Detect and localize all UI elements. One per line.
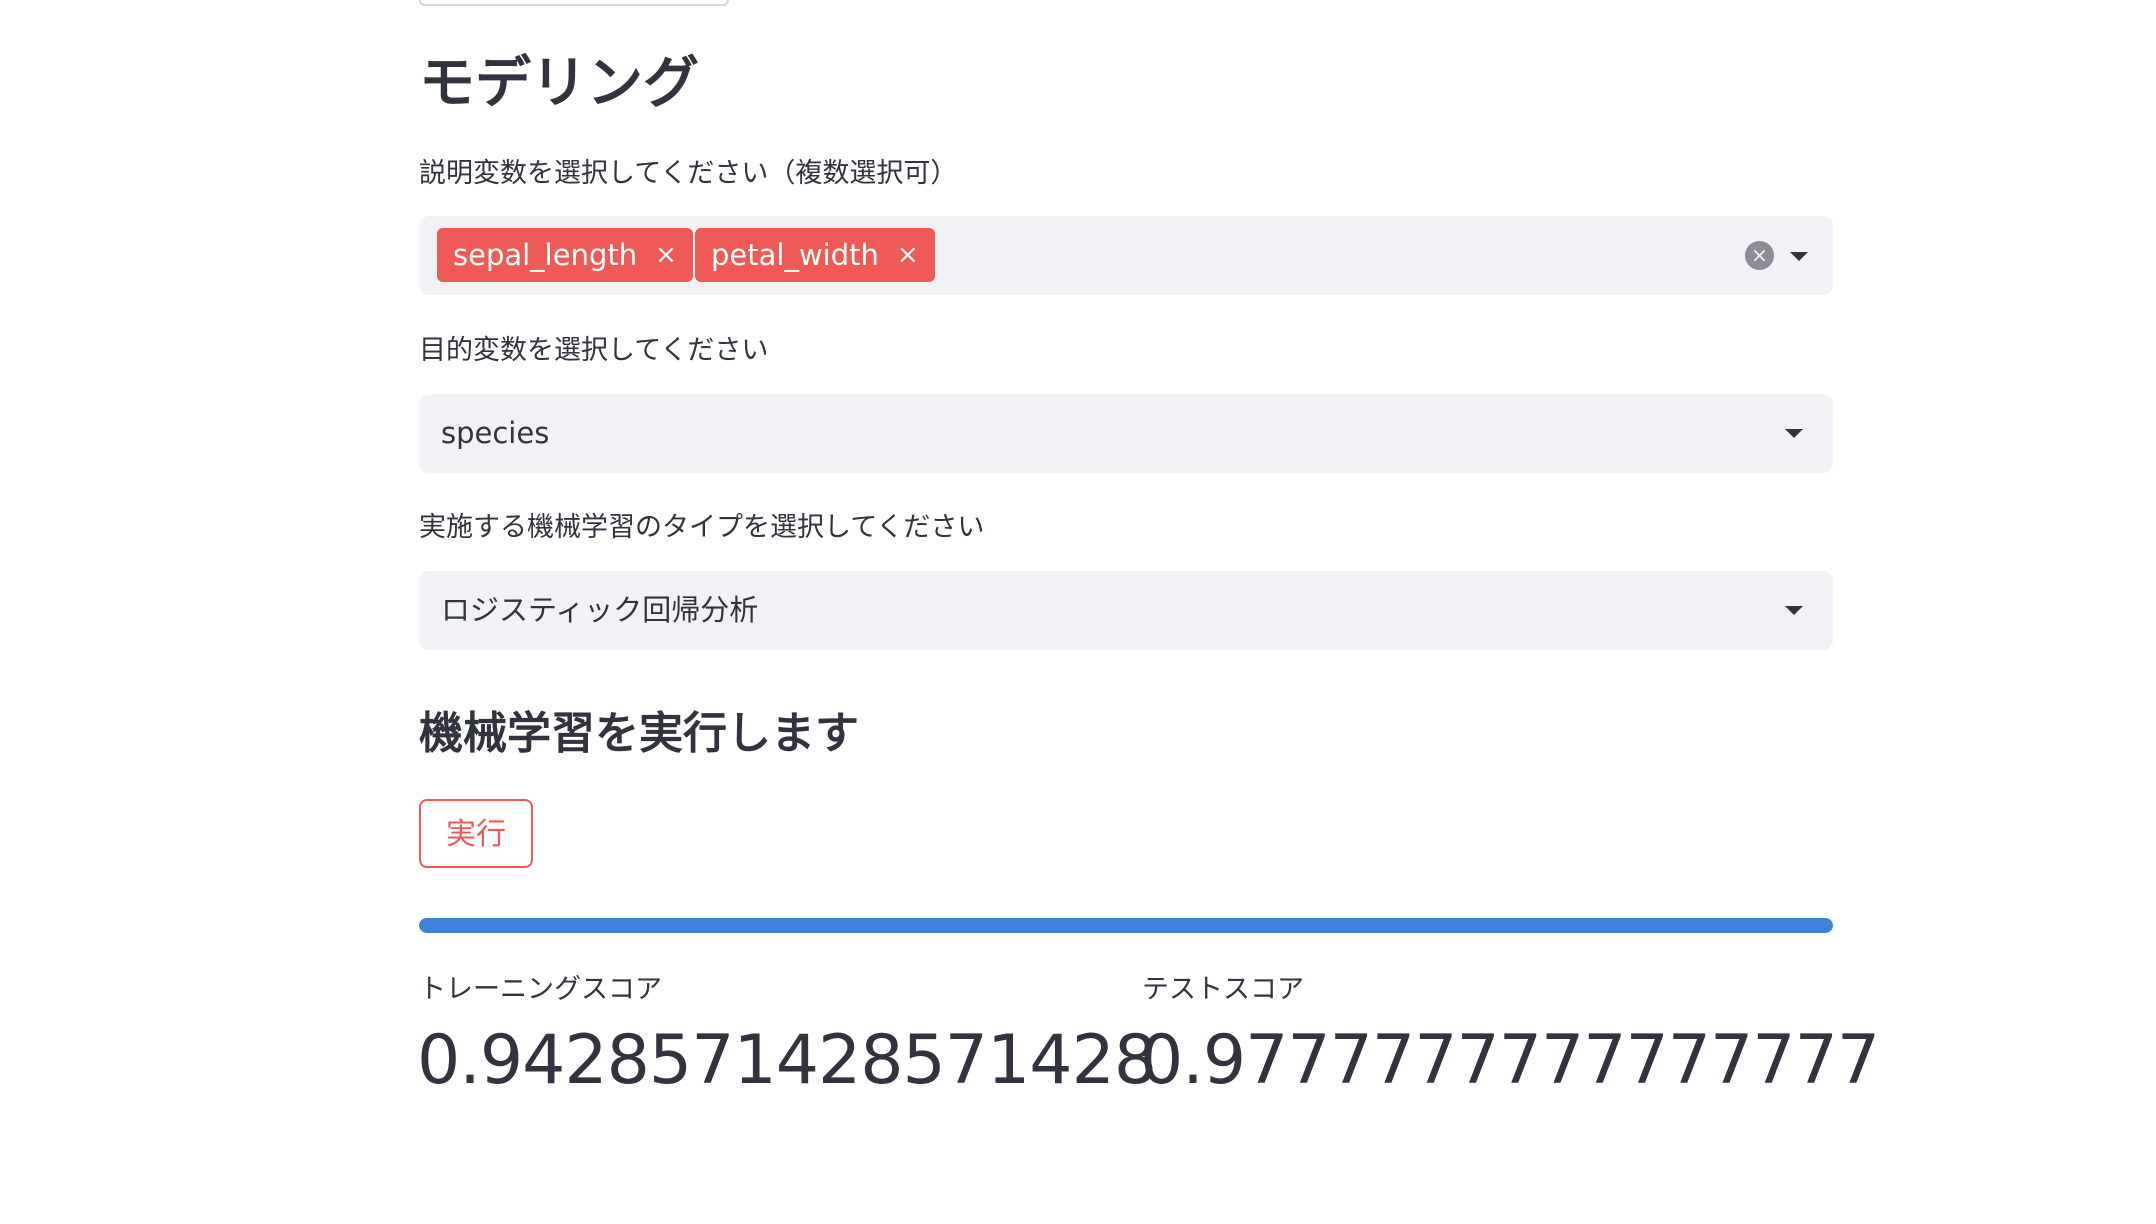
- chevron-down-icon[interactable]: [1785, 429, 1803, 438]
- previous-widget-edge: [419, 0, 729, 6]
- test-score-label: テストスコア: [1142, 974, 1304, 1005]
- target-select[interactable]: species: [419, 394, 1833, 473]
- ml-type-select-value: ロジスティック回帰分析: [441, 593, 759, 627]
- features-label: 説明変数を選択してください（複数選択可）: [419, 158, 958, 189]
- page-title: モデリング: [419, 51, 699, 116]
- tag-petal-width: petal_width ×: [695, 228, 935, 282]
- progress-fill: [419, 918, 1833, 933]
- ml-type-label: 実施する機械学習のタイプを選択してください: [419, 512, 985, 543]
- target-label: 目的変数を選択してください: [419, 335, 769, 366]
- clear-all-icon[interactable]: ×: [1745, 241, 1774, 270]
- target-select-value: species: [441, 416, 550, 450]
- run-heading: 機械学習を実行します: [419, 708, 859, 759]
- chevron-down-icon[interactable]: [1785, 606, 1803, 615]
- features-multiselect[interactable]: sepal_length × petal_width × ×: [419, 216, 1833, 295]
- test-score-value: 0.9777777777777777: [1140, 1021, 1880, 1100]
- tag-label: petal_width: [711, 238, 879, 272]
- run-button[interactable]: 実行: [419, 799, 533, 868]
- remove-tag-icon[interactable]: ×: [655, 228, 677, 282]
- ml-type-select[interactable]: ロジスティック回帰分析: [419, 571, 1833, 650]
- tag-label: sepal_length: [453, 238, 638, 272]
- chevron-down-icon[interactable]: [1790, 252, 1808, 261]
- tag-sepal-length: sepal_length ×: [437, 228, 693, 282]
- training-score-label: トレーニングスコア: [419, 974, 662, 1005]
- progress-bar: [419, 918, 1833, 933]
- training-score-value: 0.9428571428571428: [417, 1021, 1157, 1100]
- remove-tag-icon[interactable]: ×: [897, 228, 919, 282]
